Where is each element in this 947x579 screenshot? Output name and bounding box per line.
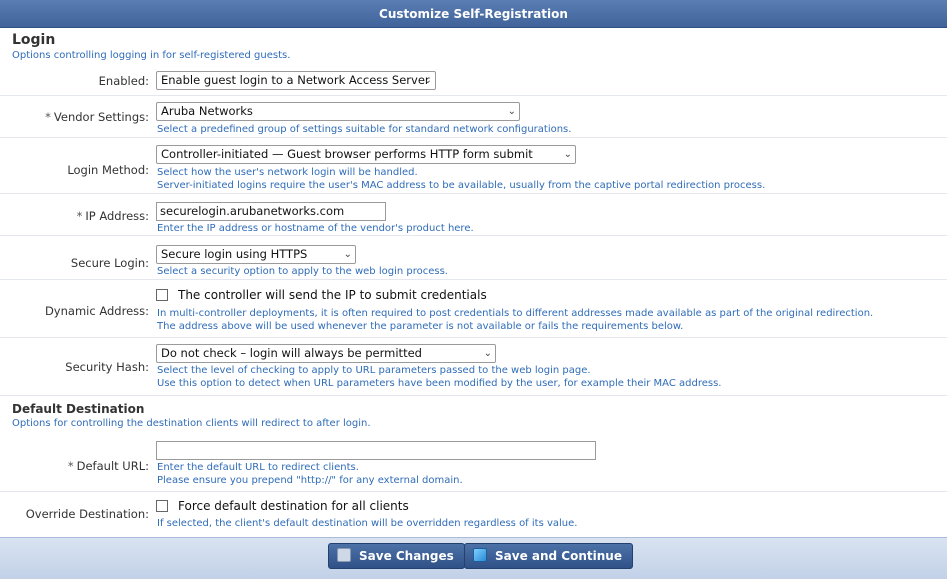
default-url-help-1: Enter the default URL to redirect client…: [157, 462, 359, 473]
chevron-down-icon: ⌄: [507, 106, 516, 117]
vendor-settings-select[interactable]: Aruba Networks ⌄: [156, 102, 520, 121]
row-dynamic-address: Dynamic Address: The controller will sen…: [0, 280, 947, 338]
panel-header: Customize Self-Registration: [0, 0, 947, 28]
required-icon: *: [67, 459, 74, 473]
override-destination-checkbox[interactable]: [156, 500, 168, 512]
ip-address-label: * IP Address:: [77, 209, 149, 223]
default-url-input[interactable]: [156, 441, 596, 460]
enabled-label: Enabled:: [98, 74, 149, 88]
dynamic-address-help-1: In multi-controller deployments, it is o…: [157, 308, 874, 319]
row-login-method: Login Method: Controller-initiated — Gue…: [0, 138, 947, 194]
vendor-settings-select-value: Aruba Networks: [161, 104, 253, 118]
default-url-help-2: Please ensure you prepend "http://" for …: [157, 475, 463, 486]
vendor-settings-label-text: Vendor Settings:: [53, 110, 149, 124]
enabled-select-value: Enable guest login to a Network Access S…: [161, 73, 430, 87]
row-override-destination: Override Destination: Force default dest…: [0, 492, 947, 537]
chevron-down-icon: ⌄: [563, 149, 572, 160]
dynamic-address-checkbox-group[interactable]: The controller will send the IP to submi…: [156, 288, 487, 302]
security-hash-label: Security Hash:: [65, 360, 149, 374]
security-hash-select-value: Do not check – login will always be perm…: [161, 346, 422, 360]
row-ip-address: * IP Address: securelogin.arubanetworks.c…: [0, 194, 947, 236]
save-changes-label: Save Changes: [359, 549, 454, 563]
required-icon: *: [45, 110, 51, 124]
secure-login-help: Select a security option to apply to the…: [157, 266, 448, 277]
row-secure-login: Secure Login: Secure login using HTTPS ⌄…: [0, 236, 947, 280]
floppy-disk-icon: [337, 548, 351, 562]
dynamic-address-checkbox[interactable]: [156, 289, 168, 301]
login-method-label: Login Method:: [67, 163, 149, 177]
row-enabled: Enabled: Enable guest login to a Network…: [0, 66, 947, 96]
destination-section-description: Options for controlling the destination …: [12, 418, 371, 429]
login-method-select-value: Controller-initiated — Guest browser per…: [161, 147, 533, 161]
override-destination-checkbox-label: Force default destination for all client…: [178, 499, 409, 513]
ip-address-input[interactable]: securelogin.arubanetworks.com: [156, 202, 386, 221]
required-icon: *: [76, 209, 83, 223]
dynamic-address-label: Dynamic Address:: [44, 304, 149, 318]
vendor-settings-help: Select a predefined group of settings su…: [157, 124, 572, 135]
destination-section-title: Default Destination: [12, 402, 145, 416]
save-and-continue-button[interactable]: Save and Continue: [464, 543, 633, 569]
chevron-down-icon: ⌄: [423, 75, 432, 86]
override-destination-help: If selected, the client's default destin…: [157, 518, 578, 529]
form-footer: Save Changes Save and Continue: [0, 537, 947, 579]
default-url-label-text: Default URL:: [76, 459, 149, 473]
override-destination-checkbox-group[interactable]: Force default destination for all client…: [156, 499, 409, 513]
row-default-url: * Default URL: Enter the default URL to r…: [0, 434, 947, 492]
secure-login-select-value: Secure login using HTTPS: [161, 247, 308, 261]
dynamic-address-help-2: The address above will be used whenever …: [157, 321, 684, 332]
panel-title: Customize Self-Registration: [379, 7, 568, 21]
ip-address-label-text: IP Address:: [85, 209, 149, 223]
chevron-down-icon: ⌄: [483, 348, 492, 359]
enabled-select[interactable]: Enable guest login to a Network Access S…: [156, 71, 436, 90]
login-method-help-1: Select how the user's network login will…: [157, 167, 418, 178]
save-continue-icon: [473, 548, 487, 562]
row-security-hash: Security Hash: Do not check – login will…: [0, 338, 947, 396]
security-hash-help-1: Select the level of checking to apply to…: [157, 365, 591, 376]
login-method-select[interactable]: Controller-initiated — Guest browser per…: [156, 145, 576, 164]
chevron-down-icon: ⌄: [343, 249, 352, 260]
dynamic-address-checkbox-label: The controller will send the IP to submi…: [178, 288, 487, 302]
row-vendor-settings: * Vendor Settings: Aruba Networks ⌄ Selec…: [0, 96, 947, 138]
security-hash-select[interactable]: Do not check – login will always be perm…: [156, 344, 496, 363]
default-url-label: * Default URL:: [68, 459, 149, 473]
override-destination-label: Override Destination:: [25, 507, 149, 521]
secure-login-select[interactable]: Secure login using HTTPS ⌄: [156, 245, 356, 264]
login-section-title: Login: [12, 32, 56, 48]
secure-login-label: Secure Login:: [70, 256, 149, 270]
ip-address-help: Enter the IP address or hostname of the …: [157, 223, 474, 234]
login-section-description: Options controlling logging in for self-…: [12, 50, 291, 61]
login-method-help-2: Server-initiated logins require the user…: [157, 180, 766, 191]
save-and-continue-label: Save and Continue: [495, 549, 622, 563]
vendor-settings-label: * Vendor Settings:: [45, 110, 149, 124]
save-changes-button[interactable]: Save Changes: [328, 543, 465, 569]
security-hash-help-2: Use this option to detect when URL param…: [157, 378, 722, 389]
